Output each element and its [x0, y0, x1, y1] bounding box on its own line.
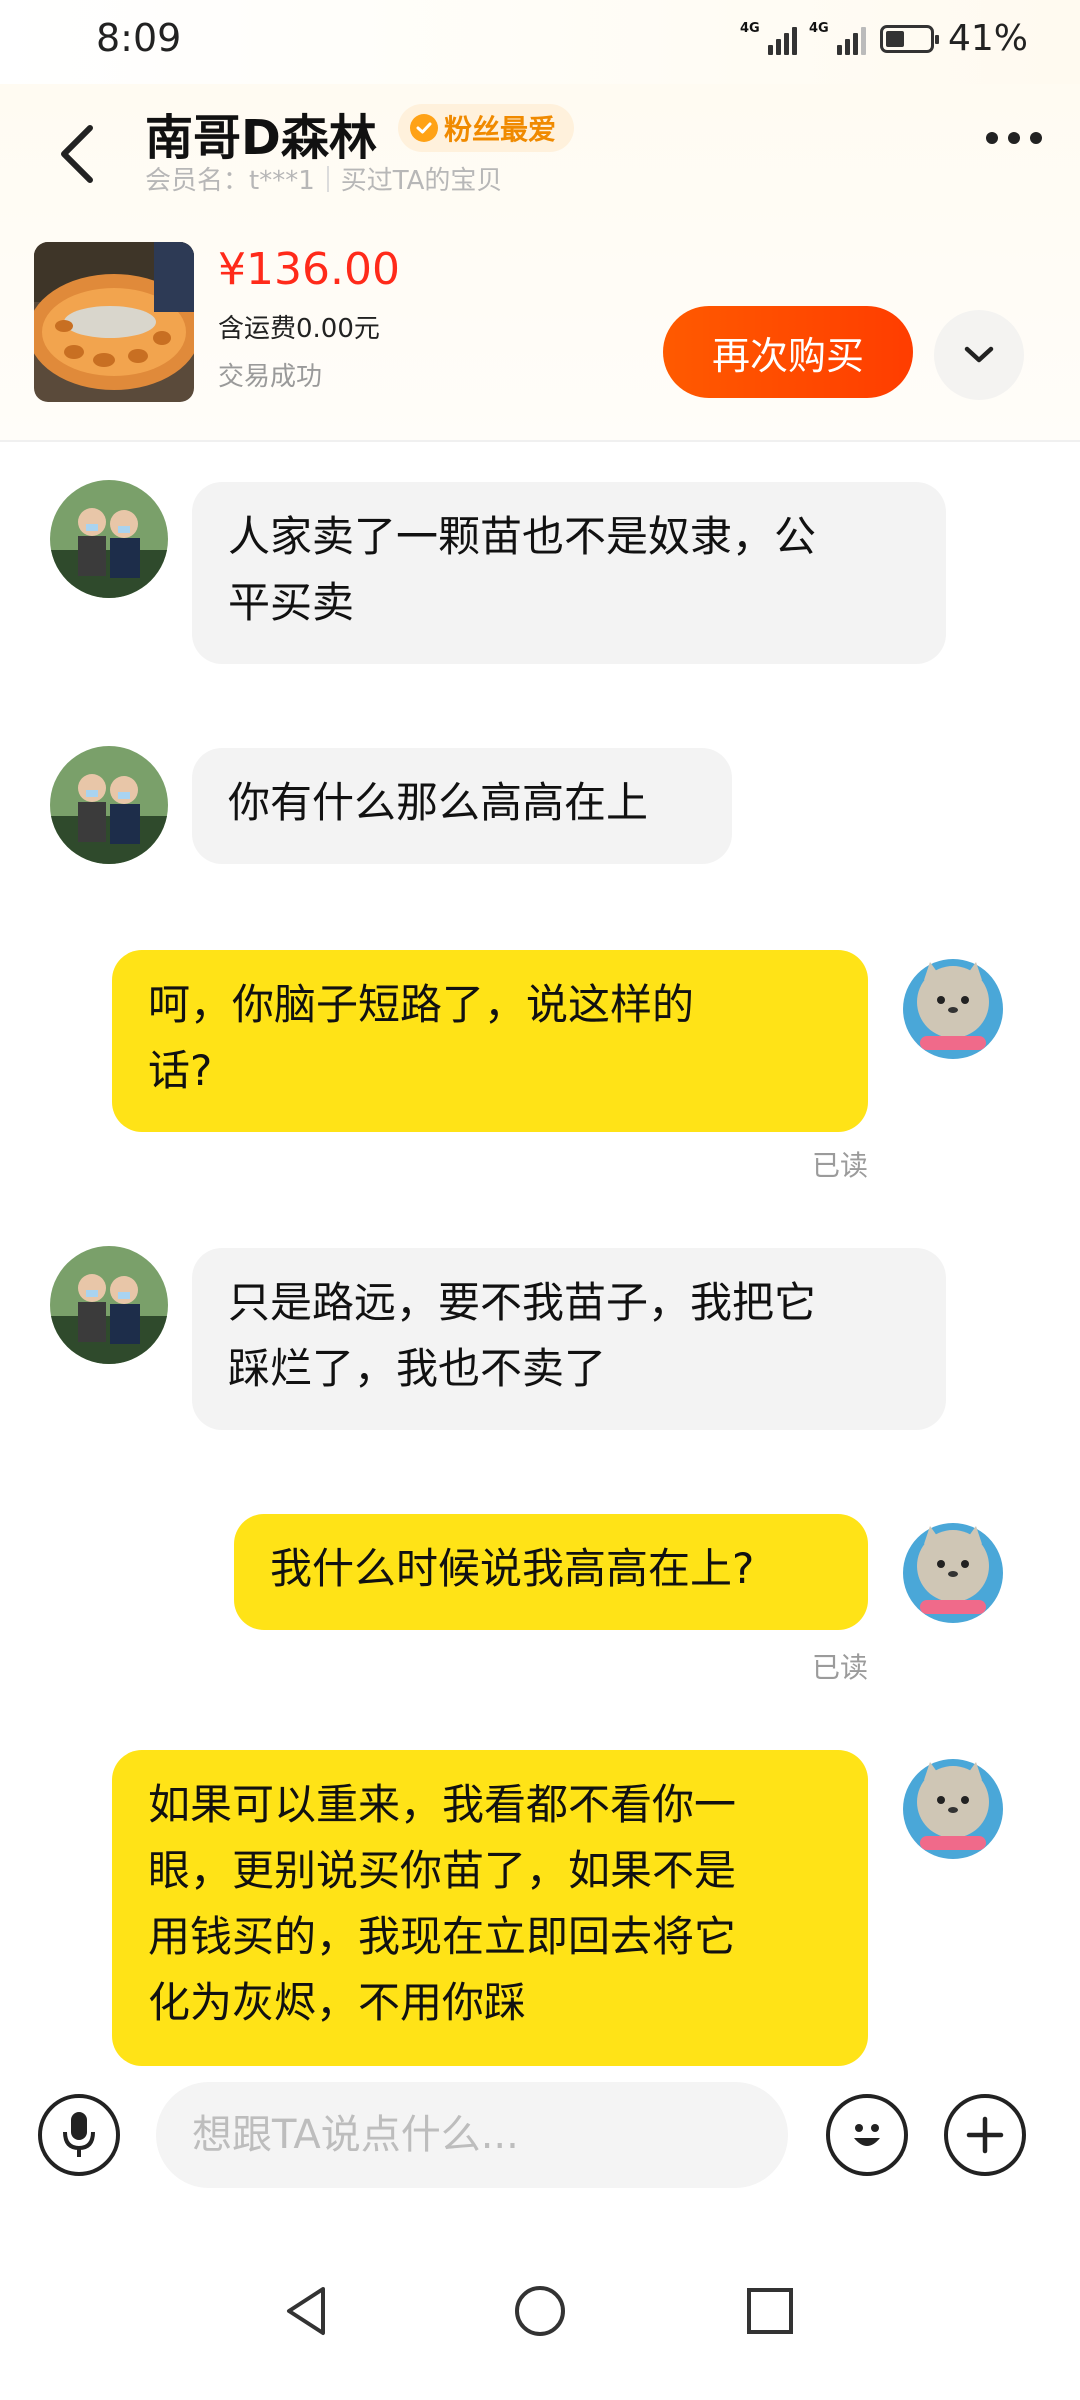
signal-icon: 4G: [739, 20, 797, 55]
member-name: 会员名：t***1: [145, 166, 315, 196]
member-info: 会员名：t***1 买过TA的宝贝: [145, 160, 502, 197]
input-bar: [0, 2080, 1080, 2230]
system-nav-bar: [0, 2230, 1080, 2400]
status-bar: 8:09 4G 4G 41%: [0, 0, 1080, 84]
chevron-down-icon[interactable]: [934, 310, 1024, 400]
message-input[interactable]: [156, 2082, 788, 2188]
message-line: 如果可以重来，我看都不看你一: [148, 1780, 737, 1829]
message-bubble[interactable]: 呵，你脑子短路了，说这样的 话?: [112, 950, 868, 1132]
fan-favorite-badge: 粉丝最爱: [398, 104, 575, 152]
status-time: 8:09: [96, 16, 182, 60]
message-line: 平买卖: [228, 578, 355, 627]
divider: [326, 165, 329, 192]
product-price: ¥136.00: [218, 244, 400, 295]
read-receipt: 已读: [812, 1149, 869, 1182]
network-type-label-2: 4G: [808, 20, 829, 36]
nav-recent-icon[interactable]: [735, 2276, 805, 2346]
chat-header: 南哥D森林 粉丝最爱 会员名：t***1 买过TA的宝贝 ¥136.00 含运费…: [0, 84, 1080, 442]
message-line: 我什么时候说我高高在上?: [270, 1544, 755, 1593]
emoji-icon[interactable]: [826, 2094, 908, 2176]
message-line: 话?: [148, 1046, 213, 1095]
message-bubble[interactable]: 我什么时候说我高高在上?: [234, 1514, 868, 1630]
read-receipt: 已读: [812, 1651, 869, 1684]
shop-name[interactable]: 南哥D森林: [145, 98, 377, 168]
message-line: 只是路远，要不我苗子，我把它: [228, 1278, 817, 1327]
battery-icon: [879, 24, 939, 53]
message-bubble[interactable]: 你有什么那么高高在上: [192, 748, 732, 864]
rebuy-button[interactable]: 再次购买: [663, 306, 913, 398]
product-image[interactable]: [34, 242, 194, 402]
more-dots-icon[interactable]: [986, 132, 1042, 144]
nav-back-icon[interactable]: [272, 2276, 342, 2346]
battery-level: 41%: [947, 18, 1028, 59]
nav-home-icon[interactable]: [505, 2276, 575, 2346]
user-avatar[interactable]: [894, 950, 1012, 1068]
badge-icon: [410, 114, 438, 142]
message-line: 眼，更别说买你苗了，如果不是: [148, 1846, 737, 1895]
signal-icon-2: 4G: [808, 20, 866, 55]
network-type-label: 4G: [739, 20, 760, 36]
message-bubble[interactable]: 人家卖了一颗苗也不是奴隶，公 平买卖: [192, 482, 946, 664]
seller-avatar[interactable]: [50, 480, 168, 598]
shipping-fee: 含运费0.00元: [218, 314, 380, 344]
back-arrow-icon[interactable]: [50, 114, 110, 194]
message-list[interactable]: 人家卖了一颗苗也不是奴隶，公 平买卖 你有什么那么高高在上 呵，你脑子短路了，说…: [0, 440, 1080, 2080]
message-line: 化为灰烬，不用你踩: [148, 1978, 527, 2027]
microphone-icon[interactable]: [38, 2094, 120, 2176]
seller-avatar[interactable]: [50, 1246, 168, 1364]
message-bubble[interactable]: 只是路远，要不我苗子，我把它 踩烂了，我也不卖了: [192, 1248, 946, 1430]
seller-avatar[interactable]: [50, 746, 168, 864]
plus-icon[interactable]: [944, 2094, 1026, 2176]
bought-items-link[interactable]: 买过TA的宝贝: [341, 160, 503, 197]
message-line: 人家卖了一颗苗也不是奴隶，公: [228, 512, 817, 561]
message-line: 用钱买的，我现在立即回去将它: [148, 1912, 737, 1961]
badge-label: 粉丝最爱: [444, 113, 557, 146]
message-line: 你有什么那么高高在上: [228, 778, 649, 827]
user-avatar[interactable]: [894, 1750, 1012, 1868]
user-avatar[interactable]: [894, 1514, 1012, 1632]
status-icons: 4G 4G 41%: [739, 18, 1028, 59]
order-status: 交易成功: [218, 362, 323, 392]
message-line: 踩烂了，我也不卖了: [228, 1344, 607, 1393]
message-line: 呵，你脑子短路了，说这样的: [148, 980, 695, 1029]
message-bubble[interactable]: 如果可以重来，我看都不看你一 眼，更别说买你苗了，如果不是 用钱买的，我现在立即…: [112, 1750, 868, 2066]
